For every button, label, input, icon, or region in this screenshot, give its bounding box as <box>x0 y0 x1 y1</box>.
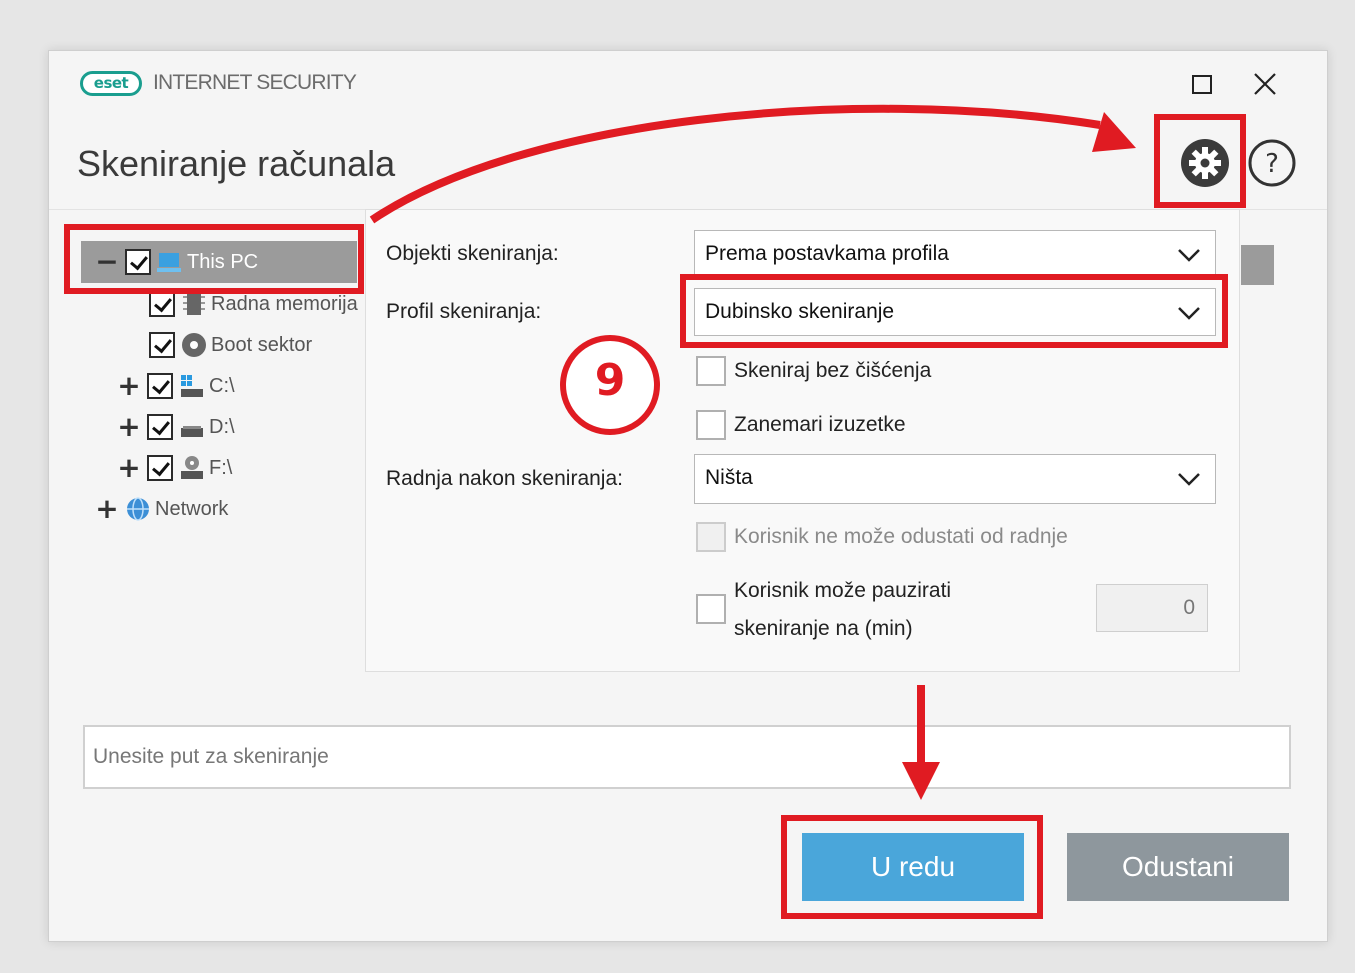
annotation-arrows <box>369 104 1136 800</box>
curved-arrow-head <box>1092 112 1136 152</box>
curved-arrow-to-settings <box>369 104 1101 224</box>
down-arrow-head <box>902 762 940 800</box>
step-number: 9 <box>594 355 626 406</box>
